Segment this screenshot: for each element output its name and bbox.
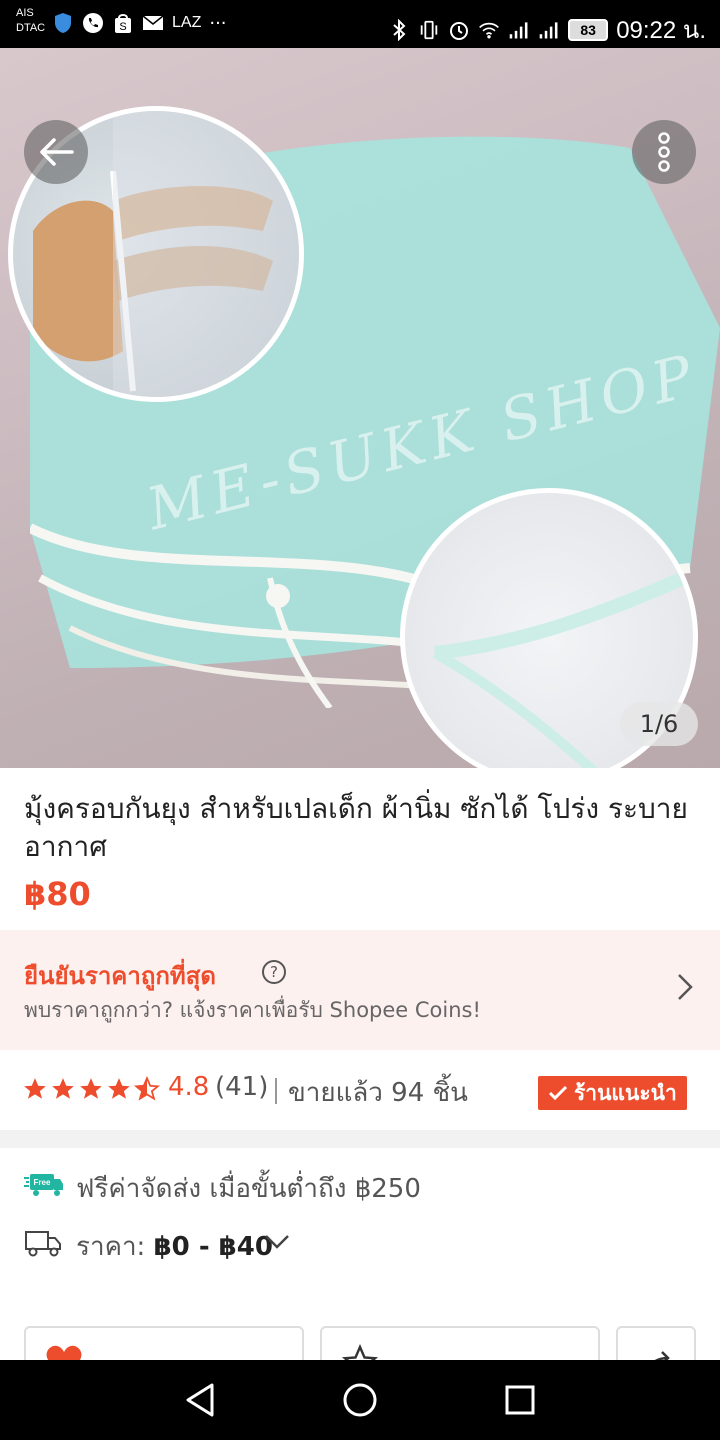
star-icon bbox=[80, 1078, 102, 1099]
shield-icon bbox=[52, 12, 74, 34]
system-nav-bar bbox=[0, 1360, 720, 1440]
carrier-info: AIS DTAC bbox=[16, 6, 45, 36]
share-button[interactable] bbox=[616, 1326, 696, 1360]
phone-icon bbox=[82, 12, 104, 34]
carrier-dtac: DTAC bbox=[16, 22, 46, 34]
free-shipping-text: ฟรีค่าจัดส่ง เมื่อขั้นต่ำถึง ฿250 bbox=[76, 1174, 421, 1204]
shipping-price-label: ราคา: bbox=[76, 1232, 146, 1262]
check-icon bbox=[548, 1085, 568, 1101]
guarantee-subtitle: พบราคาถูกกว่า? แจ้งราคาเพื่อรับ Shopee C… bbox=[24, 998, 481, 1022]
shopee-bag-icon: S bbox=[112, 12, 134, 34]
system-icons: 83 09:22 น. bbox=[388, 10, 706, 49]
lazada-label: LAZ bbox=[172, 14, 202, 31]
sold-count: ขายแล้ว 94 ชิ้น bbox=[288, 1078, 468, 1108]
like-button[interactable] bbox=[24, 1326, 304, 1360]
vibrate-icon bbox=[418, 19, 440, 41]
status-bar: AIS DTAC S LAZ ··· 83 09:22 น. bbox=[0, 0, 720, 48]
chevron-down-icon[interactable] bbox=[264, 1234, 290, 1250]
signal-icon bbox=[508, 19, 530, 41]
svg-text:S: S bbox=[119, 21, 126, 33]
free-shipping-row[interactable]: Free ฟรีค่าจัดส่ง เมื่อขั้นต่ำถึง ฿250 bbox=[0, 1162, 720, 1212]
shipping-price-text: ราคา: ฿0 - ฿40 bbox=[76, 1226, 273, 1267]
action-buttons bbox=[0, 1326, 720, 1360]
arrow-left-icon bbox=[40, 138, 74, 166]
back-button[interactable] bbox=[24, 120, 88, 184]
notification-icons: S LAZ ··· bbox=[52, 12, 227, 34]
best-price-guarantee[interactable]: ยืนยันราคาถูกที่สุด ? พบราคาถูกกว่า? แจ้… bbox=[0, 930, 720, 1050]
image-counter: 1/6 bbox=[620, 702, 698, 746]
help-icon[interactable]: ? bbox=[262, 960, 286, 984]
more-vertical-icon bbox=[658, 132, 670, 172]
product-title: มุ้งครอบกันยุง สำหรับเปลเด็ก ผ้านิ่ม ซัก… bbox=[24, 792, 688, 863]
wifi-icon bbox=[478, 19, 500, 41]
star-icon bbox=[108, 1078, 130, 1099]
shipping-price-range: ฿0 - ฿40 bbox=[153, 1232, 273, 1262]
triangle-back-icon bbox=[186, 1383, 214, 1417]
bluetooth-icon bbox=[388, 18, 410, 41]
free-badge-text: Free bbox=[34, 1178, 51, 1187]
heart-icon bbox=[46, 1345, 82, 1360]
nav-recents-button[interactable] bbox=[500, 1380, 540, 1420]
star-outline-icon bbox=[342, 1344, 378, 1360]
rating-value: 4.8 bbox=[168, 1072, 210, 1102]
product-image[interactable]: ME-SUKK SHOP 1/6 bbox=[0, 48, 720, 768]
share-icon bbox=[654, 1351, 670, 1360]
clock: 09:22 น. bbox=[616, 17, 706, 44]
battery-indicator: 83 bbox=[568, 18, 609, 41]
circle-home-icon bbox=[343, 1383, 377, 1417]
signal-2-icon bbox=[538, 19, 560, 41]
star-icon bbox=[24, 1078, 46, 1099]
product-price: ฿80 bbox=[24, 875, 91, 913]
mail-icon bbox=[142, 12, 164, 34]
nav-home-button[interactable] bbox=[340, 1380, 380, 1420]
rate-button[interactable] bbox=[320, 1326, 600, 1360]
divider bbox=[275, 1078, 277, 1104]
rating-count: (41) bbox=[215, 1072, 269, 1102]
badge-label: ร้านแนะนำ bbox=[574, 1080, 677, 1105]
guarantee-title: ยืนยันราคาถูกที่สุด bbox=[24, 962, 216, 990]
star-icon bbox=[52, 1078, 74, 1099]
section-divider bbox=[0, 1130, 720, 1148]
rating-row[interactable]: 4.8 (41) ขายแล้ว 94 ชิ้น ร้านแนะนำ bbox=[0, 1050, 720, 1130]
star-rating bbox=[22, 1076, 160, 1102]
nav-back-button[interactable] bbox=[180, 1380, 220, 1420]
truck-icon bbox=[25, 1231, 61, 1257]
preferred-shop-badge: ร้านแนะนำ bbox=[538, 1076, 687, 1110]
chevron-right-icon bbox=[678, 974, 693, 1000]
square-recents-icon bbox=[505, 1385, 535, 1415]
carrier-ais: AIS bbox=[16, 7, 34, 19]
shipping-price-row[interactable]: ราคา: ฿0 - ฿40 bbox=[0, 1220, 720, 1270]
more-options-button[interactable] bbox=[632, 120, 696, 184]
free-shipping-truck-icon: Free bbox=[24, 1174, 63, 1196]
alarm-icon bbox=[448, 19, 470, 41]
half-star-icon bbox=[134, 1076, 160, 1101]
overflow-dots: ··· bbox=[209, 12, 227, 34]
